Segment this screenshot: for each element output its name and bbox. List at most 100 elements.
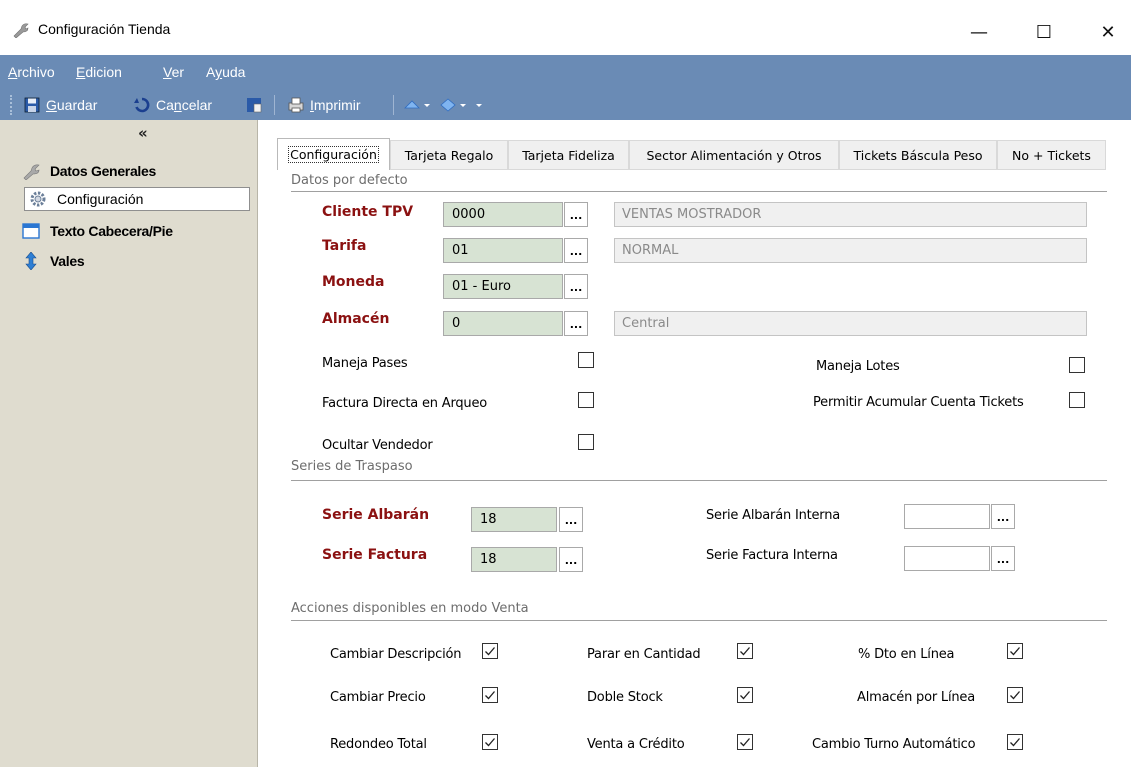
export-button[interactable] <box>246 95 268 115</box>
wrench-icon <box>23 164 40 180</box>
checkmark-icon <box>740 691 750 700</box>
toolbar-separator <box>393 95 394 115</box>
factura-directa-checkbox[interactable] <box>578 392 594 408</box>
tarifa-description: NORMAL <box>614 238 1087 263</box>
wrench-icon <box>13 23 29 38</box>
serie-factura-interna-lookup-button[interactable]: ... <box>991 546 1015 571</box>
nav-item-vales[interactable]: Vales <box>22 249 85 273</box>
maximize-button[interactable]: ☐ <box>1021 12 1067 52</box>
nav-item-configuracion[interactable]: Configuración <box>24 187 250 211</box>
group-divider <box>291 191 1107 192</box>
tarifa-code-field[interactable]: 01 <box>443 238 563 263</box>
moneda-code-field[interactable]: 01 - Euro <box>443 274 563 299</box>
cambiar-precio-checkbox[interactable] <box>482 687 498 703</box>
permitir-acumular-label: Permitir Acumular Cuenta Tickets <box>813 395 1024 410</box>
cancel-button[interactable]: Ca n celar <box>134 95 212 115</box>
tab-no-tickets[interactable]: No + Tickets <box>997 140 1106 169</box>
nav-item-datos-generales[interactable]: Datos Generales <box>22 159 156 183</box>
cliente-tpv-description: VENTAS MOSTRADOR <box>614 202 1087 227</box>
permitir-acumular-checkbox[interactable] <box>1069 392 1085 408</box>
almacen-linea-checkbox[interactable] <box>1007 687 1023 703</box>
maneja-lotes-checkbox[interactable] <box>1069 357 1085 373</box>
cambiar-descripcion-checkbox[interactable] <box>482 643 498 659</box>
almacen-description: Central <box>614 311 1087 336</box>
almacen-code-field[interactable]: 0 <box>443 311 563 336</box>
menu-ayuda[interactable]: Ayuda <box>206 64 245 80</box>
dto-linea-checkbox[interactable] <box>1007 643 1023 659</box>
moneda-lookup-button[interactable]: ... <box>564 274 588 299</box>
group-divider <box>291 480 1107 481</box>
serie-factura-field[interactable]: 18 <box>471 547 557 572</box>
tarifa-label: Tarifa <box>322 238 367 254</box>
navigation-panel: « Datos Generales Configuración Texto Ca… <box>0 120 258 767</box>
serie-factura-interna-label: Serie Factura Interna <box>706 548 838 563</box>
venta-credito-label: Venta a Crédito <box>587 737 685 752</box>
checkmark-icon <box>1010 647 1020 656</box>
arrow-up-dropdown-icon <box>404 100 430 109</box>
tarifa-lookup-button[interactable]: ... <box>564 238 588 263</box>
moneda-label: Moneda <box>322 274 385 290</box>
tab-sector-alimentacion[interactable]: Sector Alimentación y Otros <box>629 140 839 169</box>
serie-albaran-interna-field[interactable] <box>904 504 990 529</box>
checkmark-icon <box>485 691 495 700</box>
group-divider <box>291 620 1107 621</box>
window-icon <box>22 223 40 239</box>
ocultar-vendedor-checkbox[interactable] <box>578 434 594 450</box>
serie-factura-interna-field[interactable] <box>904 546 990 571</box>
serie-albaran-label: Serie Albarán <box>322 507 430 523</box>
cliente-tpv-lookup-button[interactable]: ... <box>564 202 588 227</box>
tab-tickets-bascula[interactable]: Tickets Báscula Peso <box>839 140 997 169</box>
minimize-button[interactable]: — <box>956 12 1002 52</box>
maneja-lotes-label: Maneja Lotes <box>816 359 900 374</box>
redondeo-total-checkbox[interactable] <box>482 734 498 750</box>
venta-credito-checkbox[interactable] <box>737 734 753 750</box>
doble-stock-label: Doble Stock <box>587 690 663 705</box>
toolbar-grip[interactable] <box>10 95 13 115</box>
checkmark-icon <box>740 738 750 747</box>
title-bar: Configuración Tienda — ☐ ✕ <box>0 0 1131 55</box>
checkmark-icon <box>1010 691 1020 700</box>
tab-tarjeta-regalo[interactable]: Tarjeta Regalo <box>390 140 508 169</box>
parar-cantidad-checkbox[interactable] <box>737 643 753 659</box>
group-datos-por-defecto: Datos por defecto <box>291 173 408 188</box>
cliente-tpv-code-field[interactable]: 0000 <box>443 202 563 227</box>
almacen-linea-label: Almacén por Línea <box>857 690 975 705</box>
menu-bar: Archivo Edicion Ver Ayuda <box>0 55 1131 90</box>
save-button[interactable]: Guardar <box>24 95 97 115</box>
undo-icon <box>134 97 150 113</box>
arrow-down-dropdown-icon <box>440 98 482 112</box>
cambiar-precio-label: Cambiar Precio <box>330 690 426 705</box>
doble-stock-checkbox[interactable] <box>737 687 753 703</box>
up-down-arrows-icon <box>25 252 37 270</box>
menu-archivo[interactable]: Archivo <box>8 64 55 80</box>
menu-edicion[interactable]: Edicion <box>76 64 122 80</box>
maneja-pases-checkbox[interactable] <box>578 352 594 368</box>
checkmark-icon <box>1010 738 1020 747</box>
serie-albaran-field[interactable]: 18 <box>471 507 557 532</box>
floppy-disk-icon <box>24 97 40 113</box>
previous-record-button[interactable] <box>404 95 432 115</box>
group-series-traspaso: Series de Traspaso <box>291 459 413 474</box>
tab-tarjeta-fideliza[interactable]: Tarjeta Fideliza <box>508 140 629 169</box>
parar-cantidad-label: Parar en Cantidad <box>587 647 701 662</box>
cliente-tpv-label: Cliente TPV <box>322 204 414 220</box>
serie-albaran-lookup-button[interactable]: ... <box>559 507 583 532</box>
nav-item-texto-cabecera[interactable]: Texto Cabecera/Pie <box>22 219 173 243</box>
tab-configuracion[interactable]: Configuración <box>277 138 390 170</box>
cambiar-descripcion-label: Cambiar Descripción <box>330 647 462 662</box>
menu-ver[interactable]: Ver <box>163 64 184 80</box>
tab-underline <box>277 169 1106 170</box>
dto-linea-label: % Dto en Línea <box>858 647 955 662</box>
almacen-lookup-button[interactable]: ... <box>564 311 588 336</box>
collapse-panel-button[interactable]: « <box>138 124 148 142</box>
toolbar: Guardar Ca n celar Imprimir <box>0 90 1131 120</box>
serie-factura-lookup-button[interactable]: ... <box>559 547 583 572</box>
serie-albaran-interna-lookup-button[interactable]: ... <box>991 504 1015 529</box>
close-button[interactable]: ✕ <box>1085 12 1131 52</box>
print-button[interactable]: Imprimir <box>288 95 361 115</box>
checkmark-icon <box>485 647 495 656</box>
almacen-label: Almacén <box>322 311 390 327</box>
next-record-button[interactable] <box>440 95 488 115</box>
serie-albaran-interna-label: Serie Albarán Interna <box>706 508 841 523</box>
cambio-turno-checkbox[interactable] <box>1007 734 1023 750</box>
